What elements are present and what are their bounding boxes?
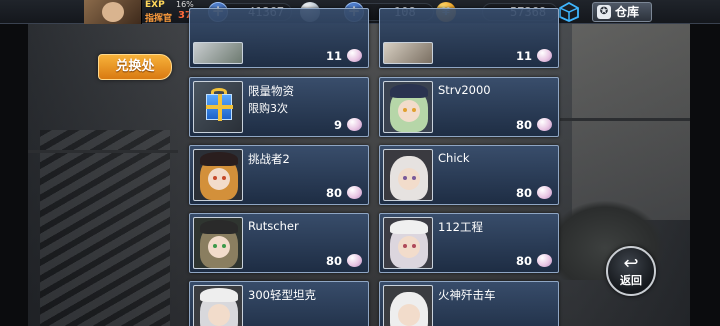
item-name: Strv2000 [438, 83, 491, 97]
shop-item-card[interactable]: Rutscher 80 [189, 213, 369, 273]
item-name: 300轻型坦克 [248, 288, 316, 302]
vulcan-td-portrait [383, 285, 433, 326]
item-limit: 限购3次 [248, 102, 288, 115]
hangar-stairs [40, 130, 170, 326]
object112-portrait [383, 217, 433, 269]
cube-icon [559, 2, 579, 22]
item-price: 80 [325, 186, 342, 200]
item-name: Rutscher [248, 219, 299, 233]
pearl-currency-icon [537, 254, 552, 267]
item-name: Chick [438, 151, 470, 165]
300-light-tank-portrait [193, 285, 243, 326]
shop-item-card[interactable]: Chick 80 [379, 145, 559, 205]
pearl-currency-icon [537, 49, 552, 62]
hangar-beam [28, 150, 178, 153]
rutscher-portrait [193, 217, 243, 269]
shop-item-card[interactable]: 112工程 80 [379, 213, 559, 273]
pearl-currency-icon [347, 49, 362, 62]
shop-item-card[interactable]: 300轻型坦克 [189, 281, 369, 326]
shop-item-card[interactable]: 11 [379, 8, 559, 68]
gift-box-icon [193, 81, 243, 133]
challenger2-portrait [193, 149, 243, 201]
crate-icon [383, 42, 433, 64]
screen-edge-right [690, 0, 720, 326]
item-price: 80 [325, 254, 342, 268]
exchange-tab[interactable]: 兑换处 [98, 54, 172, 80]
shop-item-card[interactable]: 挑战者2 80 [189, 145, 369, 205]
item-name: 112工程 [438, 220, 483, 234]
pearl-currency-icon [537, 118, 552, 131]
item-price: 11 [515, 49, 532, 63]
return-button[interactable]: ↩ 返回 [606, 246, 656, 296]
rank-label: 指挥官 [145, 14, 173, 24]
item-price: 80 [515, 254, 532, 268]
shop-item-card[interactable]: 限量物资 限购3次 9 [189, 77, 369, 137]
return-label: 返回 [620, 274, 642, 287]
item-name: 挑战者2 [248, 152, 290, 166]
hangar-beam [560, 118, 690, 121]
exp-label: EXP [145, 0, 165, 10]
pearl-currency-icon [347, 118, 362, 131]
item-price: 11 [325, 49, 342, 63]
shop-item-card[interactable]: 火神歼击车 [379, 281, 559, 326]
crate-icon [193, 42, 243, 64]
item-price: 9 [333, 118, 342, 132]
warehouse-label: 仓库 [615, 5, 640, 19]
item-name: 限量物资 [248, 84, 294, 98]
item-price: 80 [515, 186, 532, 200]
screen-edge-left [0, 0, 28, 326]
item-price: 80 [515, 118, 532, 132]
warehouse-button[interactable]: ✪ 仓库 [592, 2, 652, 22]
warehouse-icon: ✪ [597, 5, 611, 19]
return-arrow-icon: ↩ [623, 253, 639, 274]
pearl-currency-icon [347, 186, 362, 199]
pearl-currency-icon [537, 186, 552, 199]
pearl-currency-icon [347, 254, 362, 267]
item-name: 火神歼击车 [438, 288, 496, 302]
commander-avatar[interactable] [84, 0, 142, 24]
chick-portrait [383, 149, 433, 201]
strv2000-portrait [383, 81, 433, 133]
shop-item-card[interactable]: Strv2000 80 [379, 77, 559, 137]
shop-item-card[interactable]: 11 [189, 8, 369, 68]
